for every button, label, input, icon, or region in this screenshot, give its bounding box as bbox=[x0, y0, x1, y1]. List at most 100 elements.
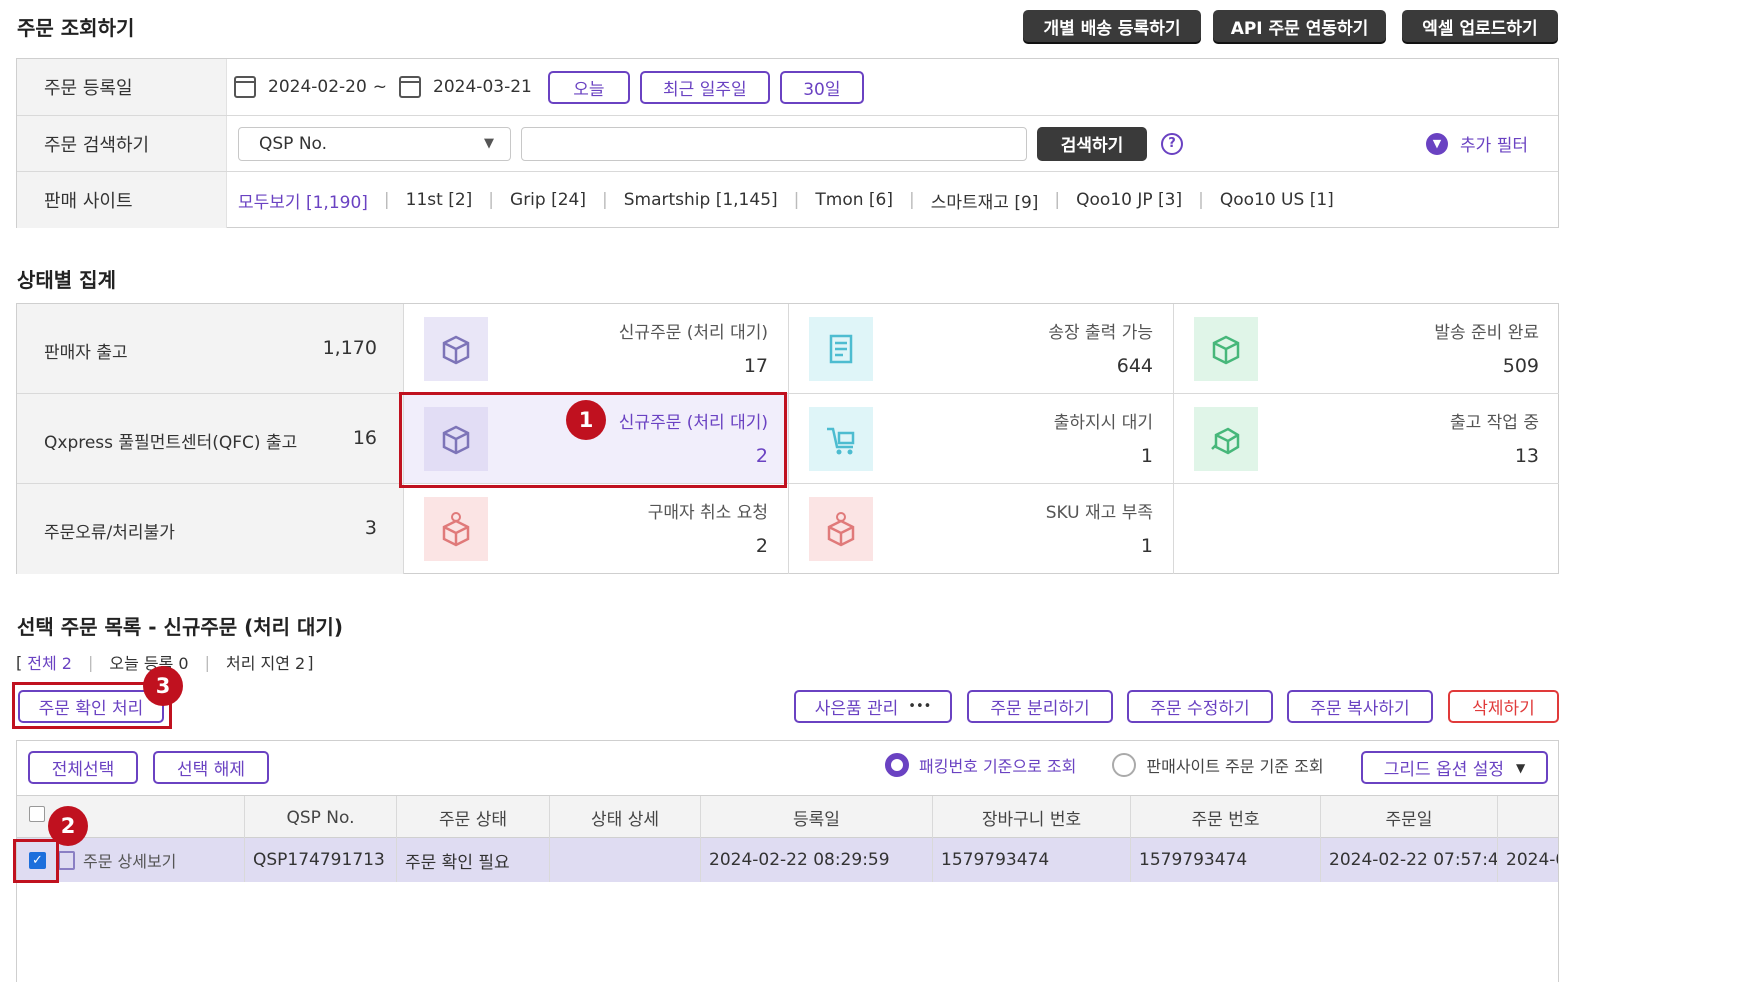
summary-row-qfc[interactable]: Qxpress 풀필먼트센터(QFC) 출고 16 bbox=[17, 394, 404, 484]
site-11st[interactable]: 11st [2] bbox=[406, 190, 473, 210]
status-card-empty bbox=[1174, 484, 1559, 574]
site-grip[interactable]: Grip [24] bbox=[510, 190, 586, 210]
invoice-icon bbox=[809, 317, 873, 381]
document-icon bbox=[58, 850, 75, 870]
radio-packing[interactable] bbox=[885, 753, 909, 777]
status-card-count: 509 bbox=[1502, 355, 1539, 377]
extra-filter-toggle[interactable]: ▼ 추가 필터 bbox=[1426, 131, 1528, 156]
cell-status-detail bbox=[550, 838, 701, 882]
radio-site-order[interactable] bbox=[1112, 753, 1137, 777]
gift-manage-label: 사은품 관리 bbox=[814, 699, 899, 719]
table-row[interactable]: ✓ 주문 상세보기 QSP174791713 주문 확인 필요 2024-02-… bbox=[17, 838, 1558, 882]
col-status-detail[interactable]: 상태 상세 bbox=[550, 796, 701, 839]
caret-down-icon: ▼ bbox=[1516, 760, 1526, 775]
radio-site-order-label[interactable]: 판매사이트 주문 기준 조회 bbox=[1146, 753, 1323, 777]
site-qoo10-jp[interactable]: Qoo10 JP [3] bbox=[1076, 190, 1182, 210]
box-icon bbox=[424, 317, 488, 381]
divider: | bbox=[1198, 190, 1204, 210]
excel-upload-button[interactable]: 엑셀 업로드하기 bbox=[1402, 10, 1558, 42]
individual-ship-button[interactable]: 개별 배송 등록하기 bbox=[1023, 10, 1201, 42]
cell-order-date: 2024-02-22 07:57:42 bbox=[1321, 838, 1498, 882]
select-all-button[interactable]: 전체선택 bbox=[28, 751, 138, 784]
search-row: 주문 검색하기 QSP No. ▼ 검색하기 ? ▼ 추가 필터 bbox=[17, 116, 1558, 172]
step-badge-3: 3 bbox=[143, 666, 183, 706]
col-qsp-no[interactable]: QSP No. bbox=[245, 796, 397, 839]
col-overflow bbox=[1498, 796, 1558, 839]
help-icon[interactable]: ? bbox=[1161, 132, 1183, 155]
grid-option-label: 그리드 옵션 설정 bbox=[1383, 760, 1505, 780]
date-separator: ~ bbox=[372, 77, 388, 97]
col-cart-no[interactable]: 장바구니 번호 bbox=[933, 796, 1131, 839]
highlight-frame bbox=[13, 839, 59, 883]
status-card-count: 2 bbox=[755, 535, 768, 557]
grid-option-button[interactable]: 그리드 옵션 설정 ▼ bbox=[1361, 751, 1548, 784]
site-tmon[interactable]: Tmon [6] bbox=[815, 190, 893, 210]
status-card-in-progress[interactable]: 출고 작업 중 13 bbox=[1174, 394, 1559, 484]
cell-order-no: 1579793474 bbox=[1131, 838, 1321, 882]
date-to[interactable]: 2024-03-21 bbox=[433, 77, 532, 97]
site-smart-stock[interactable]: 스마트재고 [9] bbox=[931, 188, 1039, 213]
divider: | bbox=[87, 652, 94, 672]
summary-row-count: 1,170 bbox=[322, 337, 377, 359]
last-week-button[interactable]: 최근 일주일 bbox=[639, 70, 770, 104]
status-card-label: 구매자 취소 요청 bbox=[647, 503, 768, 523]
deselect-button[interactable]: 선택 해제 bbox=[153, 751, 269, 784]
summary-row-error[interactable]: 주문오류/처리불가 3 bbox=[17, 484, 404, 574]
summary-title: 상태별 집계 bbox=[17, 268, 116, 292]
radio-packing-label[interactable]: 패킹번호 기준으로 조회 bbox=[919, 753, 1076, 777]
search-label: 주문 검색하기 bbox=[17, 116, 227, 171]
calendar-icon[interactable] bbox=[234, 76, 256, 98]
today-button[interactable]: 오늘 bbox=[547, 70, 630, 104]
site-smartship[interactable]: Smartship [1,145] bbox=[624, 190, 778, 210]
view-mode-radios: 패킹번호 기준으로 조회 판매사이트 주문 기준 조회 bbox=[885, 753, 1324, 777]
status-card-ship-wait[interactable]: 출하지시 대기 1 bbox=[789, 394, 1174, 484]
package-ready-icon bbox=[1194, 317, 1258, 381]
order-split-button[interactable]: 주문 분리하기 bbox=[967, 690, 1113, 723]
order-copy-button[interactable]: 주문 복사하기 bbox=[1287, 690, 1433, 723]
status-card-count: 13 bbox=[1514, 445, 1539, 467]
status-card-invoice[interactable]: 송장 출력 가능 644 bbox=[789, 304, 1174, 394]
col-registered[interactable]: 등록일 bbox=[701, 796, 933, 839]
status-card-count: 1 bbox=[1140, 445, 1153, 467]
summary-row-label: 주문오류/처리불가 bbox=[44, 523, 175, 543]
search-type-select[interactable]: QSP No. ▼ bbox=[238, 126, 511, 161]
date-from[interactable]: 2024-02-20 bbox=[268, 77, 367, 97]
status-card-count: 17 bbox=[743, 355, 768, 377]
header-checkbox[interactable] bbox=[29, 806, 45, 822]
status-card-new-order[interactable]: 신규주문 (처리 대기) 17 bbox=[404, 304, 789, 394]
last-30-days-button[interactable]: 30일 bbox=[779, 70, 864, 104]
status-card-cancel-request[interactable]: 구매자 취소 요청 2 bbox=[404, 484, 789, 574]
col-order-no[interactable]: 주문 번호 bbox=[1131, 796, 1321, 839]
col-order-date[interactable]: 주문일 bbox=[1321, 796, 1498, 839]
status-card-sku-shortage[interactable]: SKU 재고 부족 1 bbox=[789, 484, 1174, 574]
chevron-down-circle-icon: ▼ bbox=[1426, 132, 1449, 155]
status-card-ready[interactable]: 발송 준비 완료 509 bbox=[1174, 304, 1559, 394]
status-card-count: 1 bbox=[1140, 535, 1153, 557]
delete-button[interactable]: 삭제하기 bbox=[1448, 690, 1559, 723]
chevron-down-icon: ▼ bbox=[484, 136, 494, 151]
order-edit-button[interactable]: 주문 수정하기 bbox=[1127, 690, 1273, 723]
api-link-button[interactable]: API 주문 연동하기 bbox=[1213, 10, 1386, 42]
tab-delayed[interactable]: 처리 지연 2 bbox=[226, 650, 305, 674]
summary-row-label: 판매자 출고 bbox=[44, 343, 128, 363]
order-detail-link[interactable]: 주문 상세보기 bbox=[83, 848, 176, 872]
extra-filter-label: 추가 필터 bbox=[1460, 136, 1528, 156]
cell-cart-no: 1579793474 bbox=[933, 838, 1131, 882]
search-button[interactable]: 검색하기 bbox=[1037, 126, 1147, 161]
site-label: 판매 사이트 bbox=[17, 172, 227, 228]
summary-row-seller[interactable]: 판매자 출고 1,170 bbox=[17, 304, 404, 394]
tab-all[interactable]: 전체 2 bbox=[27, 650, 72, 674]
col-status[interactable]: 주문 상태 bbox=[397, 796, 550, 839]
search-input[interactable] bbox=[521, 126, 1027, 161]
cancel-box-icon bbox=[424, 497, 488, 561]
cell-qsp-no: QSP174791713 bbox=[245, 838, 397, 882]
step-badge-1: 1 bbox=[566, 400, 606, 440]
cancel-box-icon bbox=[809, 497, 873, 561]
site-all[interactable]: 모두보기 [1,190] bbox=[238, 188, 368, 213]
site-qoo10-us[interactable]: Qoo10 US [1] bbox=[1220, 190, 1334, 210]
date-label: 주문 등록일 bbox=[17, 59, 227, 115]
gift-manage-button[interactable]: 사은품 관리 ••• bbox=[794, 690, 952, 723]
summary-table: 판매자 출고 1,170 Qxpress 풀필먼트센터(QFC) 출고 16 주… bbox=[16, 303, 1559, 574]
summary-row-count: 3 bbox=[364, 517, 377, 539]
calendar-icon[interactable] bbox=[399, 76, 422, 98]
